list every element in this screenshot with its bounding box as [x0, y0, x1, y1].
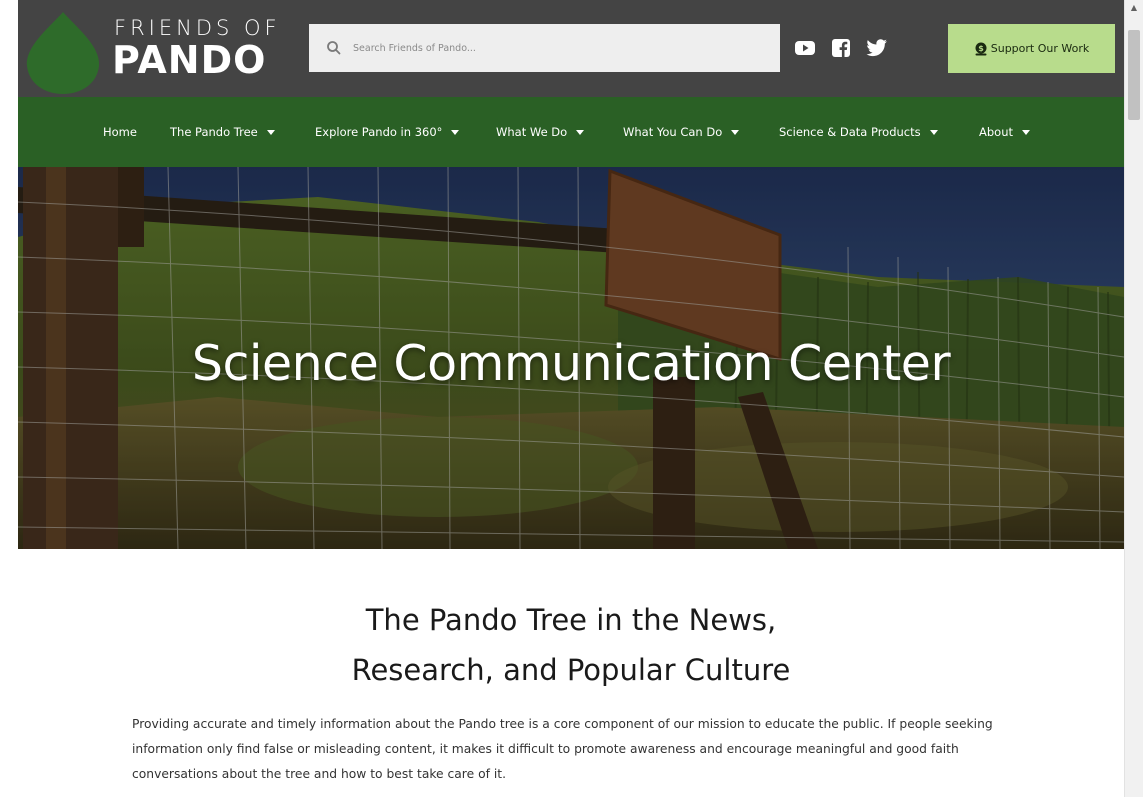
main-nav: Home The Pando Tree Explore Pando in 360…: [18, 97, 1124, 167]
site-header: FRIENDS OF PANDO Search Friends of Pando…: [18, 0, 1124, 97]
nav-label: Explore Pando in 360°: [315, 125, 443, 139]
support-button-label: Support Our Work: [990, 42, 1090, 55]
nav-item-home[interactable]: Home: [103, 97, 137, 167]
twitter-icon[interactable]: [865, 36, 889, 60]
nav-label: What You Can Do: [623, 125, 723, 139]
chevron-down-icon: [731, 129, 740, 135]
nav-item-what-we-do[interactable]: What We Do: [496, 97, 585, 167]
hero-title: Science Communication Center: [191, 335, 951, 392]
nav-item-science-data-products[interactable]: Science & Data Products: [779, 97, 938, 167]
nav-label: About: [979, 125, 1014, 139]
nav-item-the-pando-tree[interactable]: The Pando Tree: [170, 97, 275, 167]
chevron-down-icon: [451, 129, 460, 135]
nav-item-explore-pando-360[interactable]: Explore Pando in 360°: [315, 97, 460, 167]
social-links: [793, 36, 889, 60]
nav-label: Science & Data Products: [779, 125, 921, 139]
section-title-line-2: Research, and Popular Culture: [351, 653, 791, 687]
nav-label: What We Do: [496, 125, 568, 139]
svg-text:$: $: [978, 44, 984, 53]
search-box[interactable]: [309, 24, 780, 72]
chevron-down-icon: [576, 129, 585, 135]
logo-text-pando[interactable]: PANDO: [112, 38, 266, 82]
youtube-icon[interactable]: [793, 36, 817, 60]
chevron-down-icon: [929, 129, 938, 135]
nav-label: Home: [103, 125, 137, 139]
hero-banner: Science Communication Center: [18, 167, 1124, 549]
search-input[interactable]: [353, 42, 753, 54]
support-our-work-button[interactable]: $ Support Our Work: [948, 24, 1115, 73]
scroll-up-arrow-icon[interactable]: ▲: [1125, 0, 1143, 14]
donate-icon: $: [975, 42, 987, 55]
nav-item-what-you-can-do[interactable]: What You Can Do: [623, 97, 740, 167]
nav-item-about[interactable]: About: [979, 97, 1031, 167]
logo-text-friends-of[interactable]: FRIENDS OF: [114, 16, 281, 40]
chevron-down-icon: [266, 129, 275, 135]
nav-label: The Pando Tree: [170, 125, 258, 139]
chevron-down-icon: [1022, 129, 1031, 135]
search-icon: [327, 41, 341, 55]
section-title-line-1: The Pando Tree in the News,: [365, 603, 777, 637]
section-title: The Pando Tree in the News, Research, an…: [18, 595, 1124, 695]
page: FRIENDS OF PANDO Search Friends of Pando…: [18, 0, 1124, 797]
facebook-icon[interactable]: [829, 36, 853, 60]
pando-leaf-logo-icon[interactable]: [23, 8, 103, 94]
page-scrollbar[interactable]: ▲: [1124, 0, 1143, 797]
browser-viewport: FRIENDS OF PANDO Search Friends of Pando…: [0, 0, 1143, 797]
scrollbar-thumb[interactable]: [1128, 30, 1140, 120]
intro-paragraph: Providing accurate and timely informatio…: [132, 717, 993, 781]
